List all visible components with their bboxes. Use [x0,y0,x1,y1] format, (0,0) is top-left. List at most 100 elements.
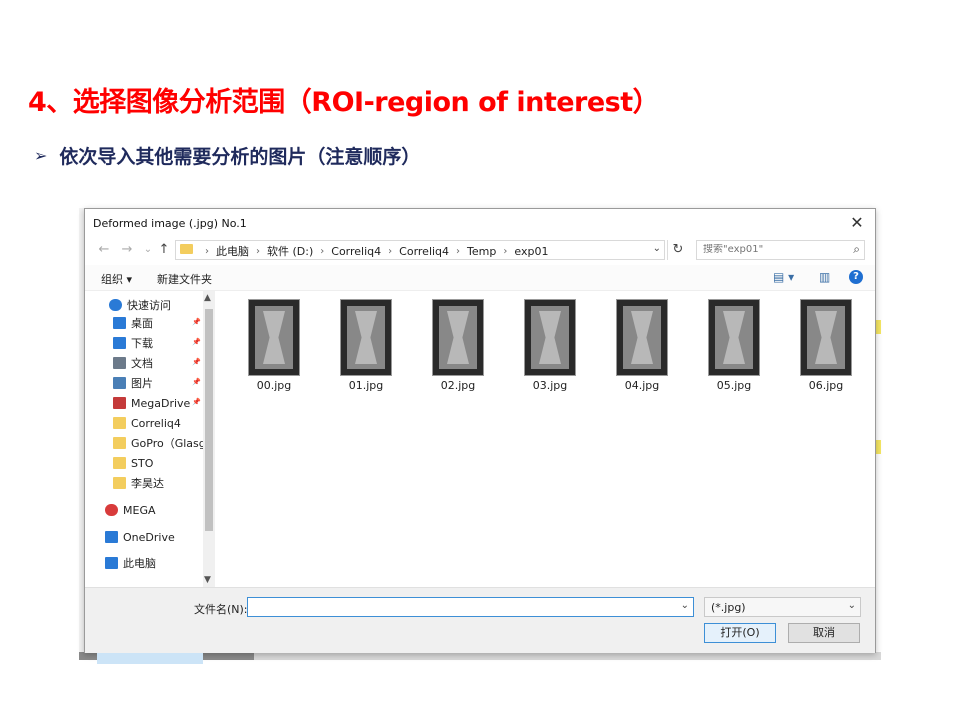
nav-item-label: MegaDrive [131,396,191,410]
image-thumbnail [432,299,484,376]
pin-icon: 📌 [192,338,201,346]
refresh-icon[interactable]: ↻ [667,240,688,260]
breadcrumb-separator-icon[interactable]: › [388,246,392,257]
address-bar-row: ← → ⌄ ↑ › 此电脑 › 软件 (D:) › Correliq4 › Correliq4… [85,237,875,263]
dialog-title: Deformed image (.jpg) No.1 [93,217,247,230]
nav-item[interactable]: GoPro（Glasgo [113,435,212,451]
help-icon[interactable]: ? [849,270,863,284]
breadcrumb-separator-icon[interactable]: › [456,246,460,257]
slide-title: 4、选择图像分析范围（ROI-region of interest） [28,87,660,118]
nav-item[interactable]: 图片 [113,375,153,391]
breadcrumb-separator-icon[interactable]: › [503,246,507,257]
thumbnail-specimen-waist [631,311,653,364]
navigation-scrollbar[interactable]: ▲ ▼ [203,291,215,587]
nav-item-label: 此电脑 [123,557,156,570]
nav-item[interactable]: Correliq4 [113,415,181,431]
filename-field[interactable]: ⌄ [247,597,694,617]
close-icon[interactable]: ✕ [847,213,867,233]
file-item[interactable]: 02.jpg [418,299,498,392]
chevron-down-icon[interactable]: ⌄ [681,600,689,611]
onedrive-icon [105,531,118,543]
thumbnail-specimen [623,306,661,369]
breadcrumb-separator-icon[interactable]: › [205,246,209,257]
image-thumbnail [340,299,392,376]
file-open-dialog: Deformed image (.jpg) No.1 ✕ ← → ⌄ ↑ › 此电… [84,208,876,664]
nav-item[interactable]: 快速访问 [109,297,171,313]
file-item[interactable]: 06.jpg [786,299,866,392]
nav-item[interactable]: MegaDrive [113,395,190,411]
pin-icon: 📌 [192,398,201,406]
folder-synced-icon [113,457,126,469]
nav-item-label: STO [131,456,154,470]
bullet-row: ➢ 依次导入其他需要分析的图片（注意顺序） [34,142,420,169]
file-name: 02.jpg [440,379,476,392]
star-icon [109,299,122,311]
file-item[interactable]: 03.jpg [510,299,590,392]
bullet-arrow-icon: ➢ [34,146,48,165]
view-options-icon[interactable]: ▤ ▾ [773,270,794,284]
filename-label: 文件名(N): [194,603,248,616]
breadcrumb-item[interactable]: 软件 (D:) [267,243,313,259]
address-bar[interactable]: › 此电脑 › 软件 (D:) › Correliq4 › Correliq4 › Temp › ex… [175,240,665,260]
command-toolbar: 组织 ▾ 新建文件夹 ▤ ▾ ▥ ? [85,265,875,291]
scrollbar-thumb[interactable] [205,309,213,531]
file-item[interactable]: 01.jpg [326,299,406,392]
search-icon: ⌕ [853,242,860,256]
nav-item-label: 李昊达 [131,477,164,490]
file-item[interactable]: 00.jpg [234,299,314,392]
nav-item[interactable]: STO [113,455,153,471]
thumbnail-specimen-waist [539,311,561,364]
back-arrow-icon[interactable]: ← [95,241,113,259]
nav-item[interactable]: MEGA [105,502,156,518]
up-arrow-icon[interactable]: ↑ [155,241,173,259]
scroll-down-icon[interactable]: ▼ [204,575,211,585]
nav-item-label: 桌面 [131,317,153,330]
pictures-icon [113,377,126,389]
search-input[interactable] [703,244,843,255]
bullet-text: 依次导入其他需要分析的图片（注意顺序） [59,146,421,168]
thumbnail-specimen-waist [723,311,745,364]
breadcrumb-separator-icon[interactable]: › [320,246,324,257]
image-thumbnail [248,299,300,376]
image-thumbnail [800,299,852,376]
organize-menu[interactable]: 组织 ▾ [101,271,132,287]
file-name: 04.jpg [624,379,660,392]
forward-arrow-icon[interactable]: → [118,241,136,259]
nav-item[interactable]: 李昊达 [113,475,164,491]
nav-item[interactable]: 下载 [113,335,153,351]
nav-item-label: Correliq4 [131,416,181,430]
megadrive-icon [113,397,126,409]
filetype-select[interactable]: (*.jpg) ⌄ [704,597,861,617]
preview-pane-icon[interactable]: ▥ [819,270,830,284]
thumbnail-specimen [715,306,753,369]
filetype-value: (*.jpg) [711,601,746,614]
thumbnail-specimen [439,306,477,369]
document-icon [113,357,126,369]
new-folder-button[interactable]: 新建文件夹 [157,271,212,287]
thumbnail-specimen [255,306,293,369]
breadcrumb-item[interactable]: exp01 [514,245,548,258]
nav-item-label: 快速访问 [127,299,171,312]
breadcrumb-item[interactable]: 此电脑 [216,243,249,259]
open-button[interactable]: 打开(O) [704,623,776,643]
nav-item[interactable]: 桌面 [113,315,153,331]
breadcrumb-separator-icon[interactable]: › [256,246,260,257]
thumbnail-specimen-waist [815,311,837,364]
chevron-down-icon[interactable]: ⌄ [653,243,661,254]
folder-icon [113,417,126,429]
nav-item-label: GoPro（Glasgo [131,437,213,450]
nav-item[interactable]: OneDrive [105,529,175,545]
file-item[interactable]: 05.jpg [694,299,774,392]
search-box[interactable]: ⌕ [696,240,865,260]
cancel-button[interactable]: 取消 [788,623,860,643]
image-thumbnail [524,299,576,376]
breadcrumb-item[interactable]: Correliq4 [331,245,381,258]
breadcrumb-item[interactable]: Temp [467,245,496,258]
scroll-up-icon[interactable]: ▲ [204,293,211,303]
file-item[interactable]: 04.jpg [602,299,682,392]
thumbnail-specimen [347,306,385,369]
nav-item[interactable]: 此电脑 [105,555,156,571]
breadcrumb-item[interactable]: Correliq4 [399,245,449,258]
thumbnail-specimen-waist [355,311,377,364]
nav-item[interactable]: 文档 [113,355,153,371]
